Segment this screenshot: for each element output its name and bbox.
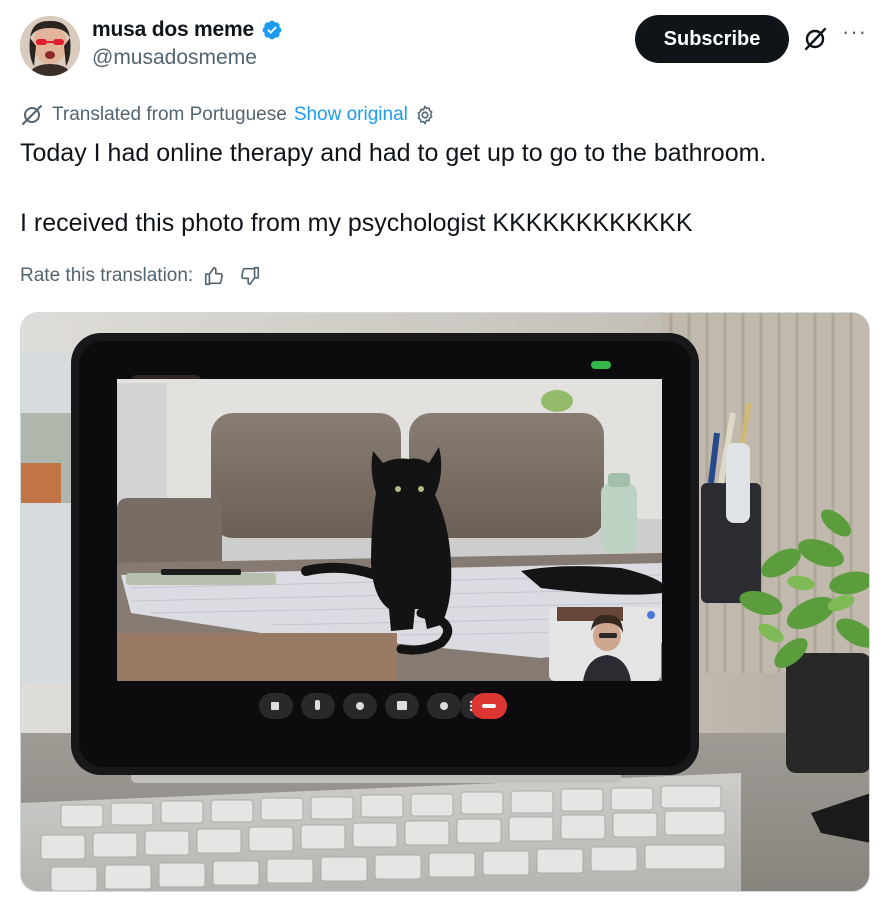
thumbs-down-icon[interactable] bbox=[239, 265, 261, 287]
translated-from-label: Translated from Portuguese bbox=[52, 104, 287, 125]
translate-icon bbox=[22, 105, 42, 125]
more-icon[interactable]: ··· bbox=[842, 21, 868, 50]
rate-translation-bar: Rate this translation: bbox=[20, 262, 261, 290]
author-display-name[interactable]: musa dos meme bbox=[92, 18, 254, 42]
grok-icon[interactable] bbox=[802, 26, 828, 52]
tweet-text: Today I had online therapy and had to ge… bbox=[20, 136, 860, 241]
tweet-line-1: Today I had online therapy and had to ge… bbox=[20, 139, 767, 167]
gear-icon[interactable] bbox=[414, 104, 436, 126]
author-block: musa dos meme @musadosmeme bbox=[92, 18, 283, 70]
tweet-header: musa dos meme @musadosmeme Subscribe ··· bbox=[20, 14, 870, 76]
thumbs-up-icon[interactable] bbox=[203, 265, 225, 287]
show-original-link[interactable]: Show original bbox=[294, 104, 408, 126]
translation-bar: Translated from Portuguese Show original bbox=[20, 102, 436, 128]
avatar[interactable] bbox=[20, 16, 80, 76]
tweet-line-2: I received this photo from my psychologi… bbox=[20, 209, 693, 237]
rate-translation-label: Rate this translation: bbox=[20, 265, 194, 286]
photo-tablet-video-call bbox=[21, 313, 869, 891]
tweet-photo[interactable] bbox=[20, 312, 870, 892]
subscribe-button[interactable]: Subscribe bbox=[635, 15, 789, 63]
author-handle[interactable]: @musadosmeme bbox=[92, 46, 283, 70]
verified-badge-icon bbox=[263, 20, 282, 40]
